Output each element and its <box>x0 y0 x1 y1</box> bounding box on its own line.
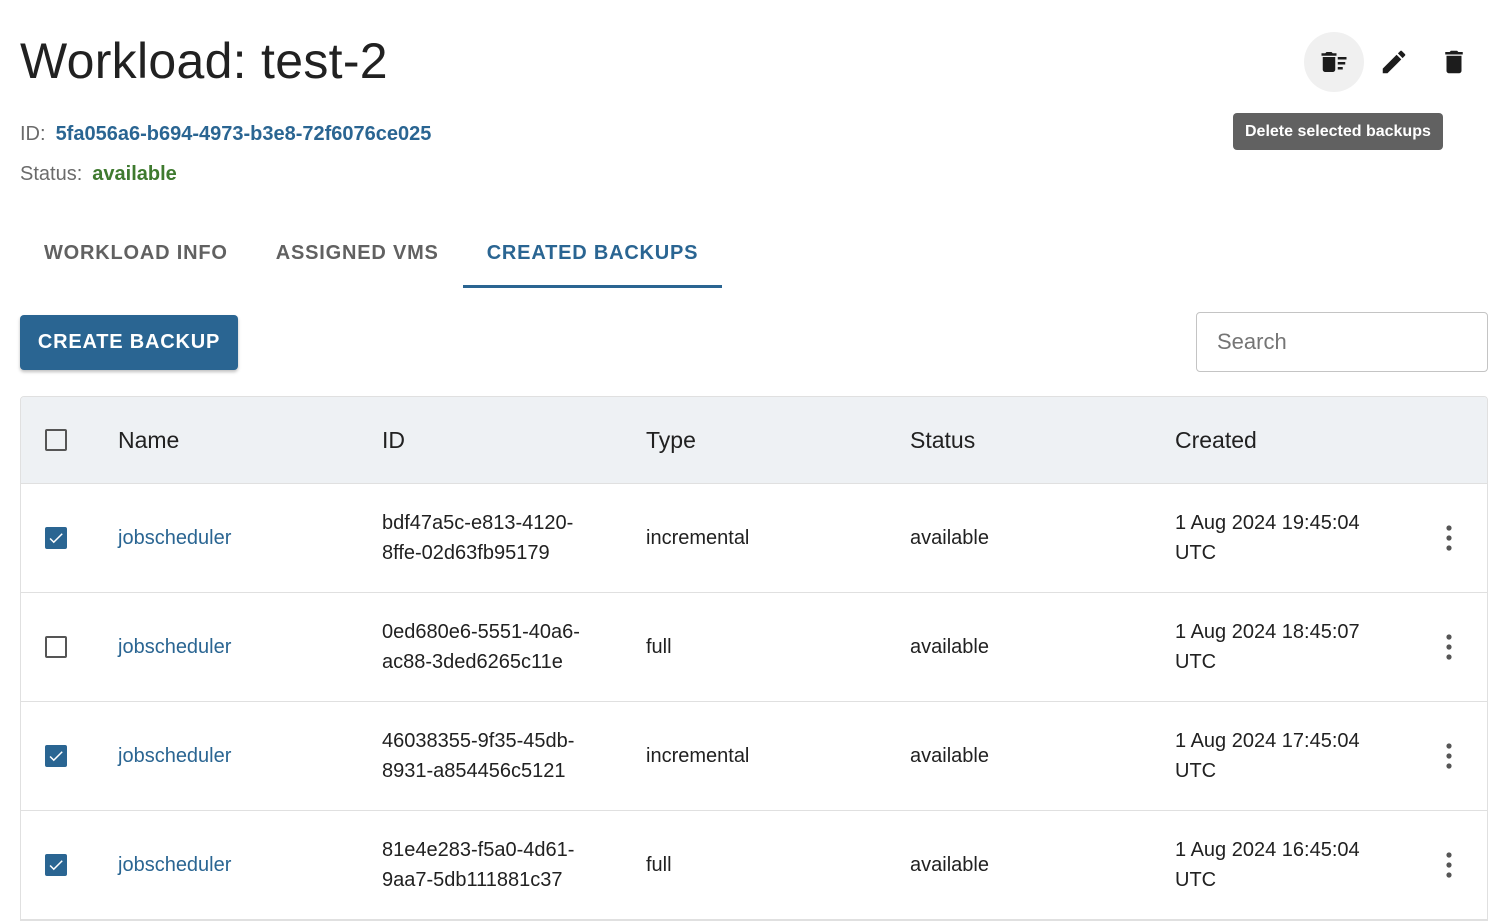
row-menu-button[interactable] <box>1437 845 1461 885</box>
backup-status: available <box>910 854 989 876</box>
pencil-icon <box>1382 50 1406 74</box>
create-backup-button[interactable]: CREATE BACKUP <box>20 315 238 370</box>
backup-name-link[interactable]: jobscheduler <box>118 745 231 767</box>
status-label: Status: <box>20 163 83 185</box>
backup-id: 81e4e283-f5a0-4d61- 9aa7-5db111881c37 <box>382 839 575 891</box>
row-menu-button[interactable] <box>1437 627 1461 667</box>
workload-id-row: ID: 5fa056a6-b694-4973-b3e8-72f6076ce025 <box>20 123 431 146</box>
backup-created: 1 Aug 2024 19:45:04 UTC <box>1175 512 1360 564</box>
backup-status: available <box>910 636 989 658</box>
delete-sweep-icon <box>1321 52 1347 72</box>
workload-status-row: Status: available <box>20 163 177 186</box>
row-checkbox[interactable] <box>45 854 67 876</box>
more-vertical-icon <box>1446 525 1452 551</box>
workload-page: Workload: test-2 ID: 5fa056a6-b694-4973-b… <box>0 0 1504 924</box>
backups-table: Name ID Type Status Created jobscheduler… <box>20 396 1488 921</box>
backup-created: 1 Aug 2024 16:45:04 UTC <box>1175 839 1360 891</box>
column-header-type[interactable]: Type <box>646 425 910 455</box>
column-header-id[interactable]: ID <box>382 425 646 455</box>
more-vertical-icon <box>1446 852 1452 878</box>
table-row: jobscheduler bdf47a5c-e813-4120- 8ffe-02d… <box>21 484 1487 593</box>
column-header-created[interactable]: Created <box>1175 425 1415 455</box>
table-row: jobscheduler 81e4e283-f5a0-4d61- 9aa7-5db… <box>21 811 1487 920</box>
tab-created-backups[interactable]: CREATED BACKUPS <box>462 218 723 288</box>
edit-workload-button[interactable] <box>1364 32 1424 92</box>
header-actions <box>1304 32 1484 92</box>
backup-type: full <box>646 636 672 658</box>
more-vertical-icon <box>1446 634 1452 660</box>
row-checkbox[interactable] <box>45 636 67 658</box>
backup-type: incremental <box>646 745 750 767</box>
row-checkbox[interactable] <box>45 527 67 549</box>
table-header: Name ID Type Status Created <box>21 397 1487 484</box>
backup-status: available <box>910 745 989 767</box>
trash-icon <box>1445 50 1463 74</box>
select-all-checkbox[interactable] <box>45 429 67 451</box>
status-value: available <box>92 163 177 185</box>
row-menu-button[interactable] <box>1437 518 1461 558</box>
backup-id: 46038355-9f35-45db- 8931-a854456c5121 <box>382 730 575 782</box>
delete-workload-button[interactable] <box>1424 32 1484 92</box>
table-row: jobscheduler 0ed680e6-5551-40a6- ac88-3de… <box>21 593 1487 702</box>
check-icon <box>49 533 63 544</box>
check-icon <box>49 751 63 762</box>
backup-status: available <box>910 527 989 549</box>
backup-name-link[interactable]: jobscheduler <box>118 527 231 549</box>
delete-selected-backups-button[interactable] <box>1304 32 1364 92</box>
delete-selected-tooltip: Delete selected backups <box>1233 113 1443 150</box>
id-label: ID: <box>20 123 46 145</box>
tab-workload-info[interactable]: WORKLOAD INFO <box>20 218 252 288</box>
page-title: Workload: test-2 <box>20 33 388 89</box>
tab-assigned-vms[interactable]: ASSIGNED VMS <box>252 218 463 288</box>
column-header-status[interactable]: Status <box>910 425 1175 455</box>
table-row: jobscheduler 46038355-9f35-45db- 8931-a85… <box>21 702 1487 811</box>
backup-id: 0ed680e6-5551-40a6- ac88-3ded6265c11e <box>382 621 580 673</box>
backup-created: 1 Aug 2024 18:45:07 UTC <box>1175 621 1360 673</box>
backup-name-link[interactable]: jobscheduler <box>118 854 231 876</box>
check-icon <box>49 860 63 871</box>
id-value: 5fa056a6-b694-4973-b3e8-72f6076ce025 <box>55 123 432 145</box>
select-all-cell <box>21 429 118 451</box>
backup-created: 1 Aug 2024 17:45:04 UTC <box>1175 730 1360 782</box>
more-vertical-icon <box>1446 743 1452 769</box>
backup-type: incremental <box>646 527 750 549</box>
column-header-name[interactable]: Name <box>118 425 382 455</box>
search-input[interactable] <box>1196 312 1488 372</box>
row-menu-button[interactable] <box>1437 736 1461 776</box>
tab-bar: WORKLOAD INFO ASSIGNED VMS CREATED BACKU… <box>20 218 722 288</box>
backup-id: bdf47a5c-e813-4120- 8ffe-02d63fb95179 <box>382 512 574 564</box>
backup-type: full <box>646 854 672 876</box>
row-checkbox[interactable] <box>45 745 67 767</box>
backup-name-link[interactable]: jobscheduler <box>118 636 231 658</box>
